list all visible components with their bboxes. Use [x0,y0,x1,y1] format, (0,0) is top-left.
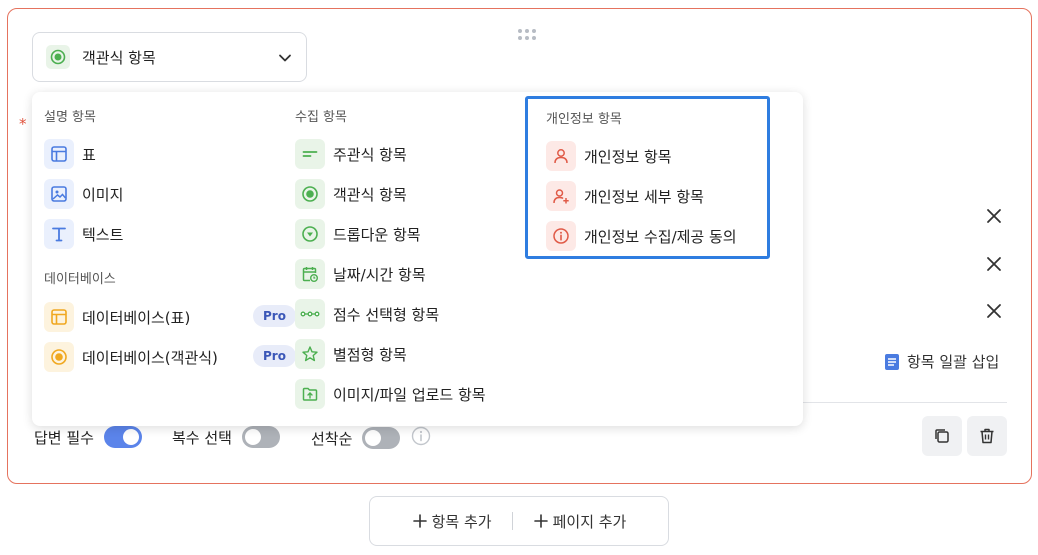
question-type-label: 객관식 항목 [82,48,156,67]
section-title: 개인정보 항목 [546,112,622,127]
menu-item-label: 드롭다운 항목 [333,225,421,244]
table-icon [44,139,74,169]
menu-item-radio[interactable]: 객관식 항목 [295,179,407,209]
menu-item-database-table[interactable]: 데이터베이스(표) Pro [44,302,304,332]
menu-item-label: 별점형 항목 [333,345,407,364]
toggle-label: 복수 선택 [172,428,232,447]
calendar-clock-icon [295,259,325,289]
plus-icon [412,514,427,528]
text-icon [44,219,74,249]
add-bar: 항목 추가 페이지 추가 [369,496,669,546]
menu-item-star-rating[interactable]: 별점형 항목 [295,339,407,369]
info-circle-icon [546,221,576,251]
menu-item-text[interactable]: 텍스트 [44,219,123,249]
short-answer-icon [295,139,325,169]
menu-item-label: 객관식 항목 [333,185,407,204]
document-icon [885,353,899,370]
required-toggle[interactable] [103,426,142,448]
menu-item-label: 이미지 [82,185,124,204]
menu-item-label: 날짜/시간 항목 [333,265,426,284]
add-item-label: 항목 추가 [431,512,492,531]
menu-item-database-radio[interactable]: 데이터베이스(객관식) Pro [44,342,304,372]
add-item-button[interactable]: 항목 추가 [412,511,492,532]
menu-item-table[interactable]: 표 [44,139,96,169]
required-toggle-row: 답변 필수 [34,426,142,448]
section-title: 설명 항목 [44,110,96,125]
radio-icon [295,179,325,209]
menu-item-privacy-consent[interactable]: 개인정보 수집/제공 동의 [546,221,737,251]
close-icon [987,209,1001,223]
multi-select-toggle-row: 복수 선택 [172,426,280,448]
delete-button[interactable] [967,416,1007,456]
required-marker: * [19,115,27,133]
first-come-toggle[interactable] [362,427,401,449]
menu-item-score-scale[interactable]: 점수 선택형 항목 [295,299,439,329]
remove-option-button[interactable] [985,302,1003,320]
plus-icon [533,514,548,528]
drag-handle-icon[interactable] [518,29,536,41]
menu-item-label: 표 [82,145,96,164]
add-page-button[interactable]: 페이지 추가 [533,511,627,532]
copy-icon [935,429,949,443]
remove-option-button[interactable] [985,255,1003,273]
menu-item-dropdown[interactable]: 드롭다운 항목 [295,219,421,249]
close-icon [987,257,1001,271]
duplicate-button[interactable] [922,416,962,456]
menu-item-privacy-detail[interactable]: 개인정보 세부 항목 [546,181,704,211]
first-come-toggle-row: 선착순 [311,426,431,450]
bulk-insert-label: 항목 일괄 삽입 [907,353,1000,371]
menu-item-label: 데이터베이스(객관식) [82,348,218,367]
bulk-insert-button[interactable]: 항목 일괄 삽입 [884,351,999,372]
menu-item-label: 이미지/파일 업로드 항목 [333,385,486,404]
question-type-select[interactable]: 객관식 항목 [32,32,307,82]
image-icon [44,179,74,209]
database-radio-icon [44,342,74,372]
trash-icon [980,428,994,444]
menu-item-label: 개인정보 세부 항목 [584,187,704,206]
multi-select-toggle[interactable] [241,426,280,448]
menu-item-date-time[interactable]: 날짜/시간 항목 [295,259,426,289]
dropdown-icon [295,219,325,249]
menu-item-short-answer[interactable]: 주관식 항목 [295,139,407,169]
person-icon [546,141,576,171]
pro-badge: Pro [253,305,296,327]
separator [511,512,513,530]
menu-item-label: 개인정보 수집/제공 동의 [584,227,737,246]
toggle-label: 답변 필수 [34,428,94,447]
menu-item-privacy[interactable]: 개인정보 항목 [546,141,672,171]
info-icon[interactable] [411,426,431,450]
star-icon [295,339,325,369]
score-scale-icon [295,299,325,329]
pro-badge: Pro [253,345,296,367]
chevron-down-icon [278,50,292,69]
menu-item-label: 점수 선택형 항목 [333,305,440,324]
toggle-label: 선착순 [311,429,353,448]
menu-item-image[interactable]: 이미지 [44,179,123,209]
remove-option-button[interactable] [985,207,1003,225]
section-title: 데이터베이스 [44,272,116,287]
folder-upload-icon [295,379,325,409]
privacy-section-highlight: 개인정보 항목 개인정보 항목 개인정보 세부 항목 개인정보 수집/제공 동의 [525,96,770,259]
menu-item-label: 데이터베이스(표) [82,308,191,327]
person-add-icon [546,181,576,211]
menu-item-file-upload[interactable]: 이미지/파일 업로드 항목 [295,379,486,409]
section-title: 수집 항목 [295,110,347,125]
menu-item-label: 개인정보 항목 [584,147,672,166]
close-icon [987,304,1001,318]
menu-item-label: 텍스트 [82,225,124,244]
menu-item-label: 주관식 항목 [333,145,407,164]
radio-icon [46,45,70,69]
database-table-icon [44,302,74,332]
add-page-label: 페이지 추가 [552,512,627,531]
